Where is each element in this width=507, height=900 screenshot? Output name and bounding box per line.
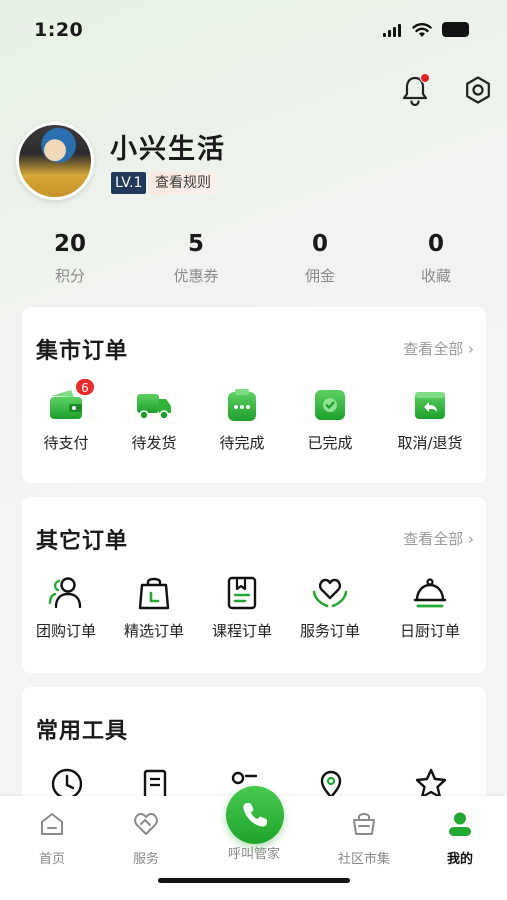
stat-value: 0: [427, 231, 444, 257]
item-label: 课程订单: [211, 622, 272, 640]
wallet-icon: 6: [47, 378, 95, 424]
stat-value: 5: [187, 231, 204, 257]
avatar[interactable]: [16, 122, 94, 200]
stat-value: 0: [311, 231, 328, 257]
notification-button[interactable]: [400, 73, 430, 107]
order-daily-kitchen[interactable]: 日厨订单: [384, 574, 476, 641]
tab-label: 呼叫管家: [227, 847, 280, 862]
home-indicator: [158, 878, 350, 883]
view-all-label: 查看全部: [403, 530, 464, 548]
order-group-buy[interactable]: 团购订单: [20, 574, 112, 641]
signal-icon: [383, 24, 403, 37]
tab-mine[interactable]: 我的: [420, 810, 500, 867]
level-badge: LV.1: [111, 172, 147, 194]
tab-service[interactable]: 服务: [106, 810, 186, 867]
order-pending-completion[interactable]: 待完成: [196, 386, 288, 453]
stat-label: 佣金: [304, 267, 335, 285]
other-orders-card: 其它订单 查看全部 › 团购订单 精选订单 课程订单 服务订单 日厨订单: [22, 497, 486, 673]
return-icon: [411, 386, 449, 424]
order-completed[interactable]: 已完成: [284, 386, 376, 453]
pending-payment-badge: 6: [75, 378, 95, 396]
notification-dot: [420, 73, 430, 83]
order-service[interactable]: 服务订单: [284, 574, 376, 641]
order-cancel-return[interactable]: 取消/退货: [384, 386, 476, 453]
heart-hands-icon: [311, 574, 349, 612]
item-label: 待完成: [219, 434, 265, 452]
tab-market[interactable]: 社区市集: [324, 810, 404, 867]
book-icon: [223, 574, 261, 612]
basket-icon: [353, 813, 375, 835]
status-time: 1:20: [34, 19, 84, 41]
item-label: 取消/退货: [397, 434, 463, 452]
view-all-label: 查看全部: [403, 340, 464, 358]
stat-label: 积分: [54, 267, 85, 285]
group-icon: [47, 574, 85, 612]
cloche-icon: [411, 574, 449, 612]
tab-label: 服务: [132, 852, 159, 867]
order-pending-payment[interactable]: 6 待支付: [20, 378, 112, 453]
order-selected[interactable]: 精选订单: [108, 574, 200, 641]
stat-label: 收藏: [420, 267, 451, 285]
tab-home[interactable]: 首页: [12, 810, 92, 867]
chevron-right-icon: ›: [468, 530, 474, 548]
stat-value: 20: [53, 231, 86, 257]
other-orders-view-all[interactable]: 查看全部 ›: [403, 528, 474, 549]
username: 小兴生活: [110, 134, 226, 165]
other-orders-title: 其它订单: [36, 529, 129, 554]
view-rules-link[interactable]: 查看规则: [150, 172, 216, 194]
chevron-right-icon: ›: [468, 340, 474, 358]
item-label: 日厨订单: [399, 622, 460, 640]
item-label: 待发货: [131, 434, 177, 452]
handshake-icon: [134, 813, 158, 835]
gear-icon: [466, 76, 490, 104]
item-label: 待支付: [43, 434, 89, 452]
item-label: 服务订单: [299, 622, 360, 640]
market-orders-view-all[interactable]: 查看全部 ›: [403, 338, 474, 359]
settings-button[interactable]: [463, 75, 493, 105]
call-butler-button[interactable]: [226, 786, 284, 844]
item-label: 精选订单: [123, 622, 184, 640]
truck-icon: [135, 386, 173, 424]
tab-label: 首页: [38, 852, 65, 867]
stat-coupons[interactable]: 5 优惠券: [146, 228, 246, 286]
battery-icon: [442, 22, 469, 37]
order-course[interactable]: 课程订单: [196, 574, 288, 641]
stat-points[interactable]: 20 积分: [20, 228, 120, 286]
market-orders-title: 集市订单: [36, 339, 129, 364]
tab-label: 社区市集: [337, 852, 390, 867]
stat-commission[interactable]: 0 佣金: [270, 228, 370, 286]
stat-label: 优惠券: [173, 267, 219, 285]
home-icon: [41, 813, 63, 835]
item-label: 已完成: [307, 434, 353, 452]
clipboard-icon: [223, 386, 261, 424]
check-icon: [311, 386, 349, 424]
phone-icon: [243, 803, 267, 827]
order-pending-shipment[interactable]: 待发货: [108, 386, 200, 453]
tab-label: 我的: [446, 852, 473, 867]
stat-favorites[interactable]: 0 收藏: [386, 228, 486, 286]
wifi-icon: [412, 23, 432, 37]
tools-title: 常用工具: [36, 719, 129, 744]
market-orders-card: 集市订单 查看全部 › 6 待支付 待发货 待完成 已完成 取消/退货: [22, 307, 486, 483]
user-icon: [449, 812, 471, 836]
item-label: 团购订单: [35, 622, 96, 640]
shopping-bag-icon: [135, 574, 173, 612]
